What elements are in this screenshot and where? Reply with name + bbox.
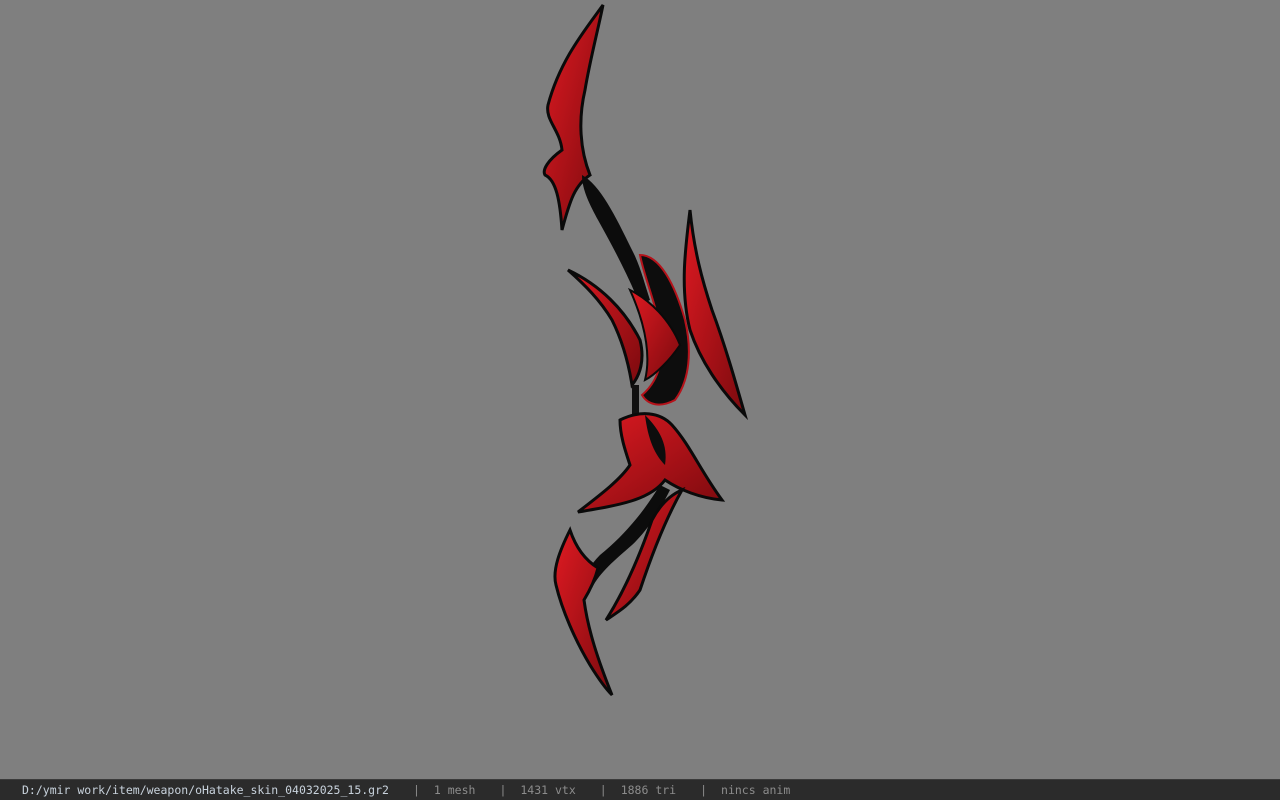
triangle-count: 1886 tri: [620, 783, 677, 797]
separator: |: [412, 783, 420, 797]
separator: |: [599, 783, 607, 797]
vertex-count: 1431 vtx: [520, 783, 576, 797]
status-bar: D:/ymir work/item/weapon/oHatake_skin_04…: [0, 779, 1280, 800]
file-path: D:/ymir work/item/weapon/oHatake_skin_04…: [22, 783, 389, 797]
separator: |: [700, 783, 708, 797]
riser-spike-right: [682, 209, 749, 421]
mesh-count: 1 mesh: [433, 783, 476, 797]
riser-spike-left: [567, 268, 644, 389]
animation-status: nincs anim: [721, 783, 791, 797]
3d-viewport[interactable]: [0, 0, 1280, 779]
bow-model[interactable]: [0, 0, 1280, 779]
separator: |: [499, 783, 507, 797]
